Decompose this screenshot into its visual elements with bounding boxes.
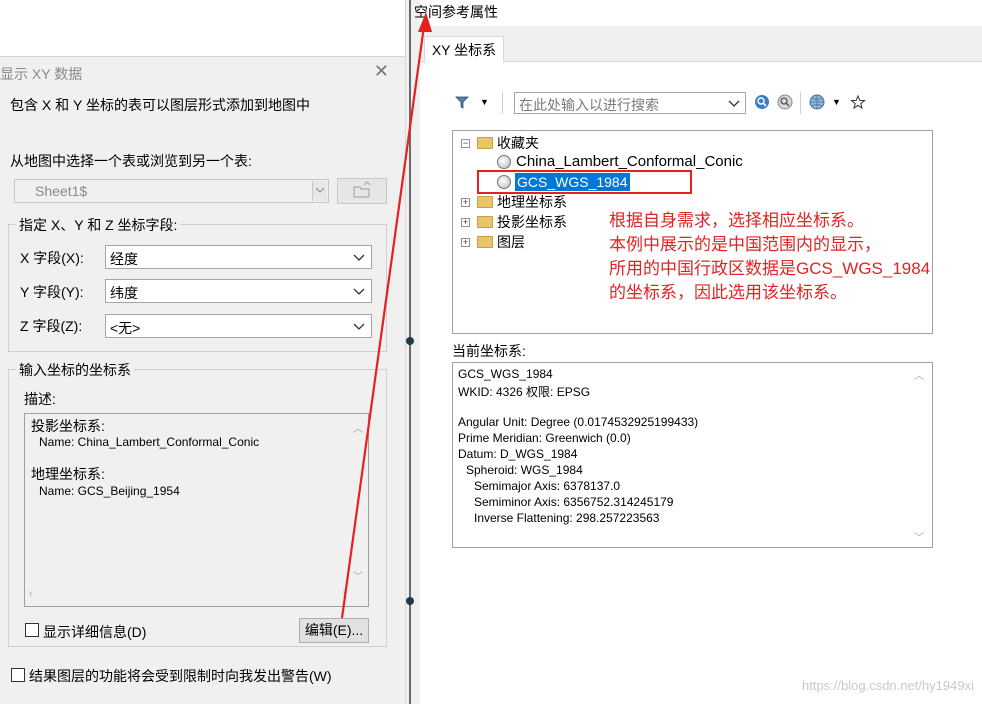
annotation-arrow (340, 12, 432, 619)
watermark: https://blog.csdn.net/hy1949xi (801, 678, 974, 693)
